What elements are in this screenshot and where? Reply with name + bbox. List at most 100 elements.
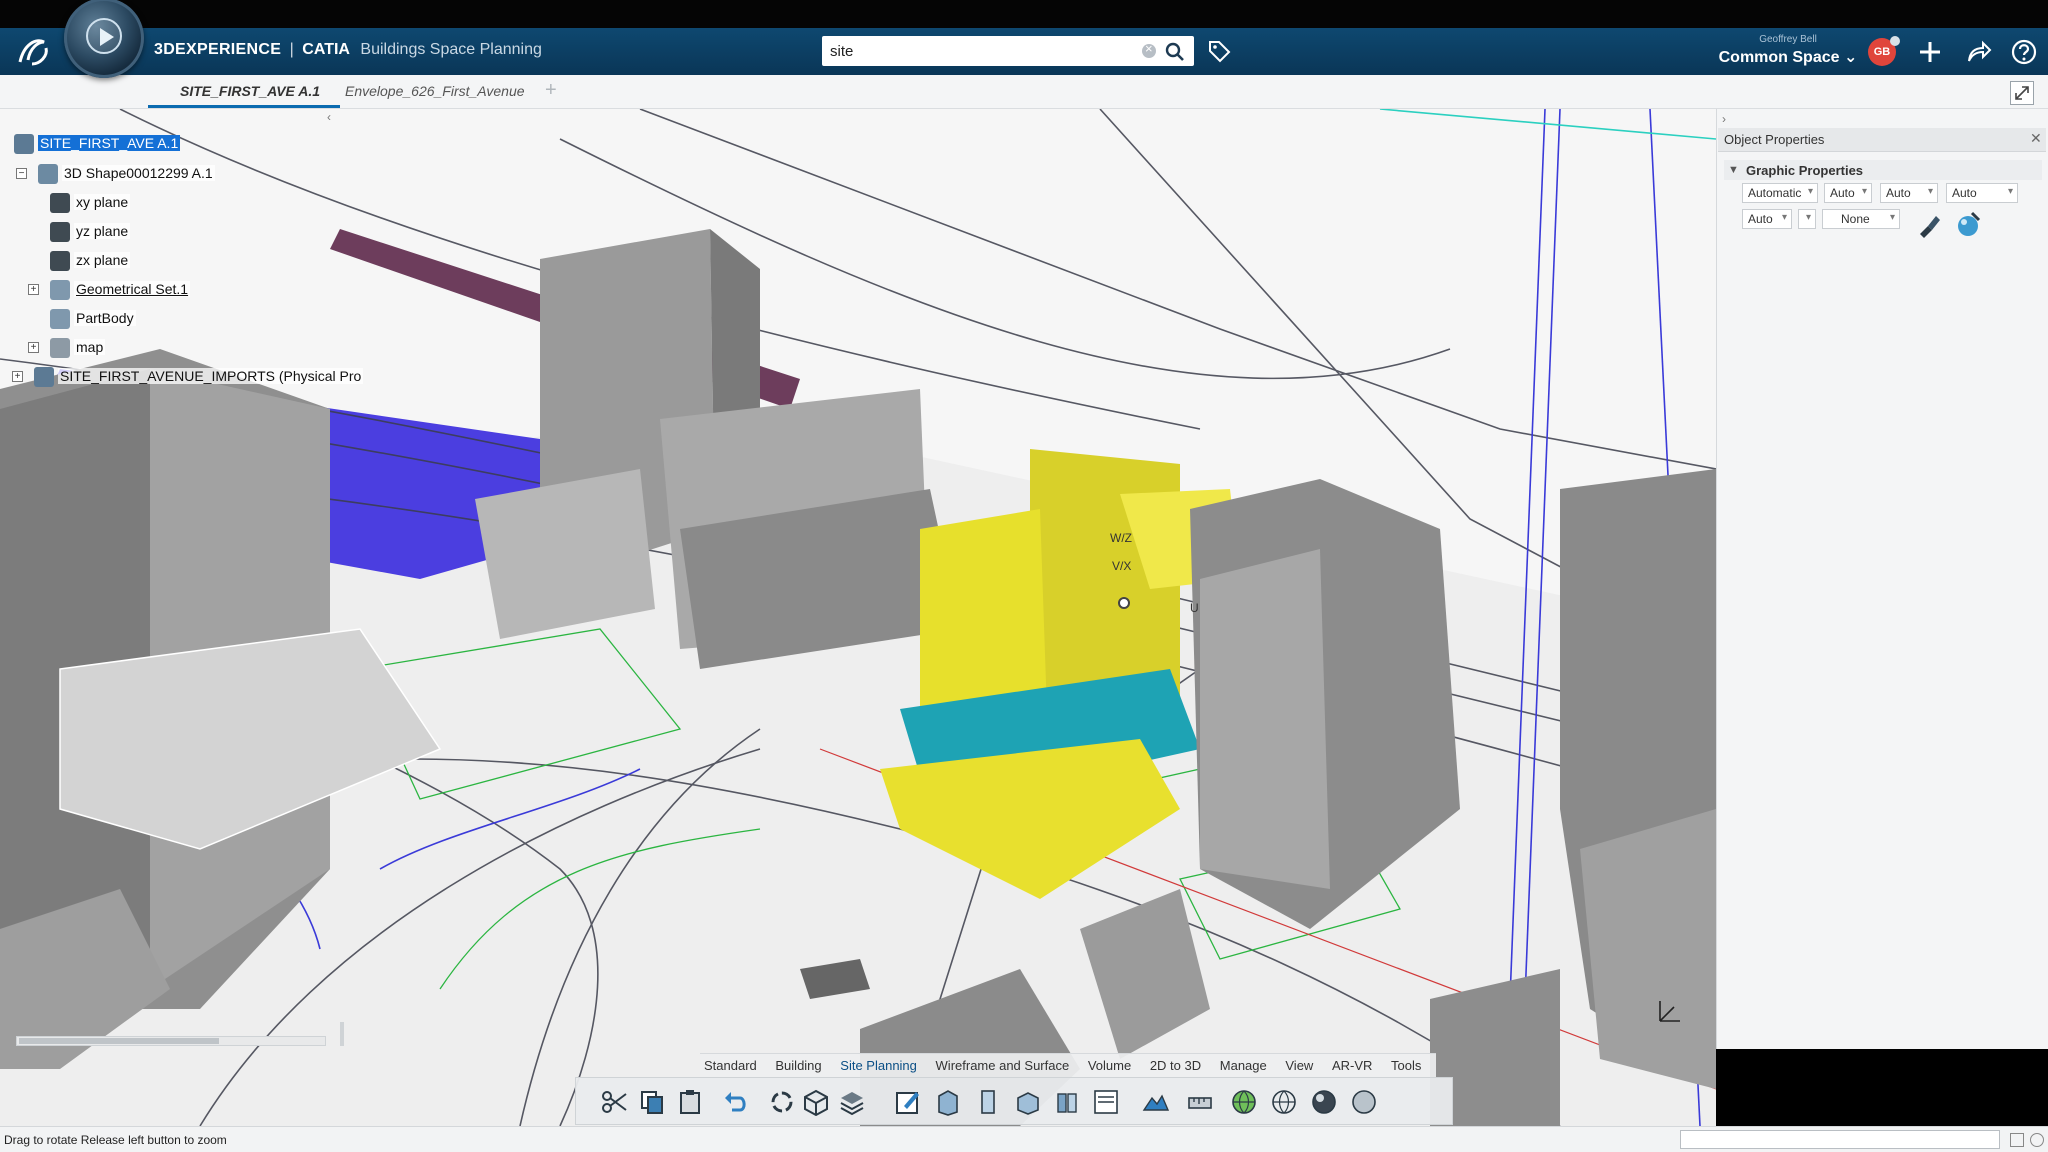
geometrical-set-icon [50,280,70,300]
top-black-band [0,0,2048,28]
close-icon[interactable]: ✕ [2030,130,2042,147]
material-ball-icon[interactable] [1954,210,1982,238]
tree-label-zx: zx plane [74,252,131,268]
terrain-icon[interactable] [1142,1088,1170,1116]
search-icon[interactable] [1164,41,1186,63]
tab-building[interactable]: Building [775,1058,821,1073]
painter-brush-icon[interactable] [1914,212,1942,240]
line-type-dropdown[interactable]: Auto [1880,183,1938,203]
copy-icon[interactable] [638,1088,666,1116]
role-label[interactable]: Buildings Space Planning [360,41,541,58]
tab-volume[interactable]: Volume [1088,1058,1131,1073]
axis-label-u: U [1190,601,1199,615]
product-label: CATIA [302,41,350,58]
editor-tabs: SITE_FIRST_AVE A.1 Envelope_626_First_Av… [0,75,2048,109]
plane-icon [50,222,70,242]
measure-icon[interactable] [1186,1088,1214,1116]
scrollbar-thumb[interactable] [19,1038,219,1044]
search-box [822,36,1194,66]
expand-node-icon[interactable]: + [28,342,39,353]
tab-view[interactable]: View [1285,1058,1313,1073]
compass-axis-icon [1659,1001,1680,1022]
paste-icon[interactable] [676,1088,704,1116]
graphic-properties-section[interactable]: ▼ Graphic Properties [1724,160,2042,180]
settings-icon[interactable] [2030,1133,2044,1147]
tab-wireframe-surface[interactable]: Wireframe and Surface [936,1058,1070,1073]
tree-label-imports: SITE_FIRST_AVENUE_IMPORTS (Physical Pro [58,368,364,384]
ds-logo-icon[interactable] [14,34,54,70]
wall-icon[interactable] [974,1088,1002,1116]
building-icon[interactable] [934,1088,962,1116]
app-title: 3DEXPERIENCE | CATIA Buildings Space Pla… [154,41,542,59]
share-icon[interactable] [1964,38,1992,66]
layers-icon[interactable] [838,1088,866,1116]
layer-dropdown[interactable] [1798,209,1816,229]
tab-envelope[interactable]: Envelope_626_First_Avenue [345,83,525,99]
tree-label-xy: xy plane [74,194,131,210]
tree-scrollbar[interactable] [16,1036,326,1046]
play-icon[interactable] [86,18,122,54]
clear-search-icon[interactable] [1142,41,1156,58]
expand-node-icon[interactable]: + [28,284,39,295]
tree-label-root: SITE_FIRST_AVE A.1 [38,135,181,151]
fullscreen-icon[interactable] [2010,81,2034,105]
compass-icon[interactable] [64,0,144,78]
brand-label: 3DEXPERIENCE [154,41,282,58]
status-bar: Drag to rotate Release left button to zo… [0,1126,2048,1152]
filter-icon[interactable] [2010,1133,2024,1147]
collapse-node-icon[interactable]: − [16,168,27,179]
tag-icon[interactable] [1206,38,1232,64]
expand-node-icon[interactable]: + [12,371,23,382]
tab-manage[interactable]: Manage [1220,1058,1267,1073]
robot-handle-icon[interactable] [1118,597,1130,609]
space-label: Common Space [1718,49,1840,66]
tab-tools[interactable]: Tools [1391,1058,1421,1073]
render-sphere-icon[interactable] [1310,1088,1338,1116]
3d-shape-icon [38,164,58,184]
power-input-field[interactable] [1680,1130,2000,1149]
cube-icon[interactable] [802,1088,830,1116]
globe-icon[interactable] [1270,1088,1298,1116]
panel-title: Object Properties [1724,132,1825,147]
section-title: Graphic Properties [1746,163,1864,178]
update-icon[interactable] [768,1088,796,1116]
section-collapse-icon[interactable]: ▼ [1728,164,1739,176]
add-tab-icon[interactable]: + [545,79,557,102]
globe-green-icon[interactable] [1230,1088,1258,1116]
collapse-tree-icon[interactable]: ‹ [327,110,341,124]
title-bar: 3DEXPERIENCE | CATIA Buildings Space Pla… [0,28,2048,75]
tab-site-first-ave[interactable]: SITE_FIRST_AVE A.1 [147,83,341,108]
rendering-style-dropdown[interactable]: None [1822,209,1900,229]
plane-icon [50,251,70,271]
dgn-import-icon[interactable] [1092,1088,1120,1116]
panel-collapse-icon[interactable]: › [1722,112,1726,126]
undo-icon[interactable] [722,1088,750,1116]
tab-ar-vr[interactable]: AR-VR [1332,1058,1372,1073]
tree-label-yz: yz plane [74,223,131,239]
tree-resize-handle[interactable] [340,1022,344,1046]
environment-icon[interactable] [1350,1088,1378,1116]
search-input[interactable] [830,40,1130,62]
panel-header: Object Properties ✕ [1718,128,2046,152]
plus-icon[interactable] [1916,38,1944,66]
line-weight-dropdown[interactable]: Auto [1946,183,2018,203]
color-dropdown[interactable]: Automatic [1742,183,1818,203]
tab-2d-to-3d[interactable]: 2D to 3D [1150,1058,1201,1073]
tree-label-geoset: Geometrical Set.1 [74,281,191,297]
space-icon[interactable] [1054,1088,1082,1116]
map-icon [50,338,70,358]
tab-site-planning[interactable]: Site Planning [840,1058,917,1073]
help-icon[interactable] [2010,38,2038,66]
point-symbol-dropdown[interactable]: Auto [1742,209,1792,229]
city-scene [0,109,1716,1126]
sketch-icon[interactable] [894,1088,922,1116]
slab-icon[interactable] [1014,1088,1042,1116]
product-icon [14,134,34,154]
3d-viewport[interactable]: W/Z V/X U [0,109,1716,1126]
user-menu[interactable]: Geoffrey Bell Common Space ⌄ [1718,34,1858,67]
collaborative-space[interactable]: Common Space ⌄ [1718,47,1858,67]
tab-standard[interactable]: Standard [704,1058,757,1073]
transparency-dropdown[interactable]: Auto [1824,183,1872,203]
tree-label-shape: 3D Shape00012299 A.1 [62,165,215,181]
cut-icon[interactable] [600,1088,628,1116]
